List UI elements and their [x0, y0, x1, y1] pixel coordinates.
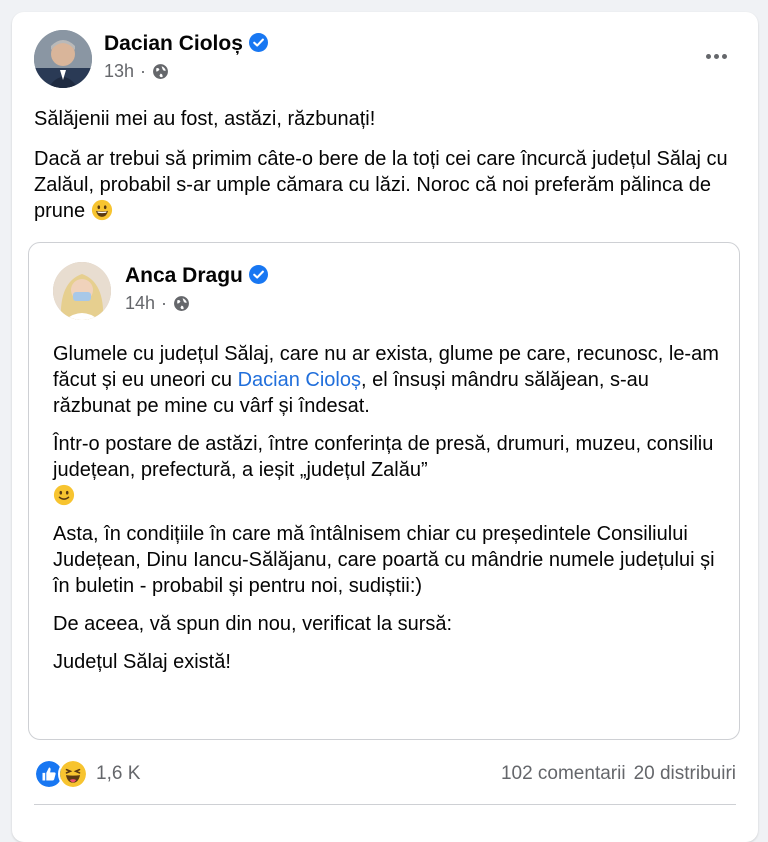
shared-author-name-text[interactable]: Anca Dragu — [125, 264, 243, 287]
verified-badge-icon — [248, 265, 268, 284]
shared-paragraph-2: Într-o postare de astăzi, între conferin… — [53, 431, 723, 509]
more-options-icon[interactable] — [696, 40, 736, 72]
post-time[interactable]: 13h — [104, 61, 134, 82]
shared-author-avatar[interactable] — [53, 262, 111, 320]
shared-post-meta: 14h · — [125, 293, 190, 314]
post-card: Dacian Cioloș 13h · Sălăjenii mei au fos… — [12, 12, 758, 842]
globe-icon[interactable] — [152, 63, 169, 80]
post-paragraph-2-text: Dacă ar trebui să primim câte-o bere de … — [34, 148, 728, 222]
meta-separator: · — [140, 61, 147, 81]
reactions-summary[interactable]: 1,6 K — [34, 759, 140, 789]
shared-paragraph-1: Glumele cu județul Sălaj, care nu ar exi… — [53, 341, 723, 419]
slightly-smiling-face-emoji-icon — [53, 484, 75, 506]
haha-reaction-icon — [58, 759, 88, 789]
reaction-count[interactable]: 1,6 K — [96, 763, 140, 785]
post-meta: 13h · — [104, 61, 169, 82]
grinning-face-emoji-icon — [91, 199, 112, 221]
shared-paragraph-3: Asta, în condițiile în care mă întâlnise… — [53, 523, 715, 597]
post-paragraph-1: Sălăjenii mei au fost, astăzi, răzbunați… — [34, 108, 376, 130]
shared-post-time[interactable]: 14h — [125, 293, 155, 314]
shared-post[interactable]: Anca Dragu 14h · Glumele cu județul Săla… — [28, 242, 740, 740]
shared-paragraph-5: Județul Sălaj există! — [53, 651, 231, 673]
shared-paragraph-4: De aceea, vă spun din nou, verificat la … — [53, 613, 453, 635]
author-name[interactable]: Dacian Cioloș — [104, 32, 268, 56]
mention-link[interactable]: Dacian Cioloș — [238, 369, 361, 391]
shared-p2-text: Într-o postare de astăzi, între conferin… — [53, 433, 714, 481]
shared-author-name[interactable]: Anca Dragu — [125, 264, 268, 288]
meta-separator: · — [161, 293, 168, 313]
footer-divider — [34, 804, 736, 805]
post-paragraph-2: Dacă ar trebui să primim câte-o bere de … — [34, 146, 740, 224]
author-name-text[interactable]: Dacian Cioloș — [104, 32, 243, 55]
post-footer: 1,6 K 102 comentarii 20 distribuiri — [34, 758, 736, 790]
post-body: Sălăjenii mei au fost, astăzi, răzbunați… — [34, 106, 740, 238]
shares-count[interactable]: 20 distribuiri — [634, 763, 736, 785]
verified-badge-icon — [248, 33, 268, 52]
shared-post-body: Glumele cu județul Sălaj, care nu ar exi… — [53, 341, 723, 687]
author-avatar[interactable] — [34, 30, 92, 88]
comments-count[interactable]: 102 comentarii — [501, 763, 626, 785]
engagement-stats: 102 comentarii 20 distribuiri — [501, 763, 736, 785]
globe-icon[interactable] — [173, 295, 190, 312]
